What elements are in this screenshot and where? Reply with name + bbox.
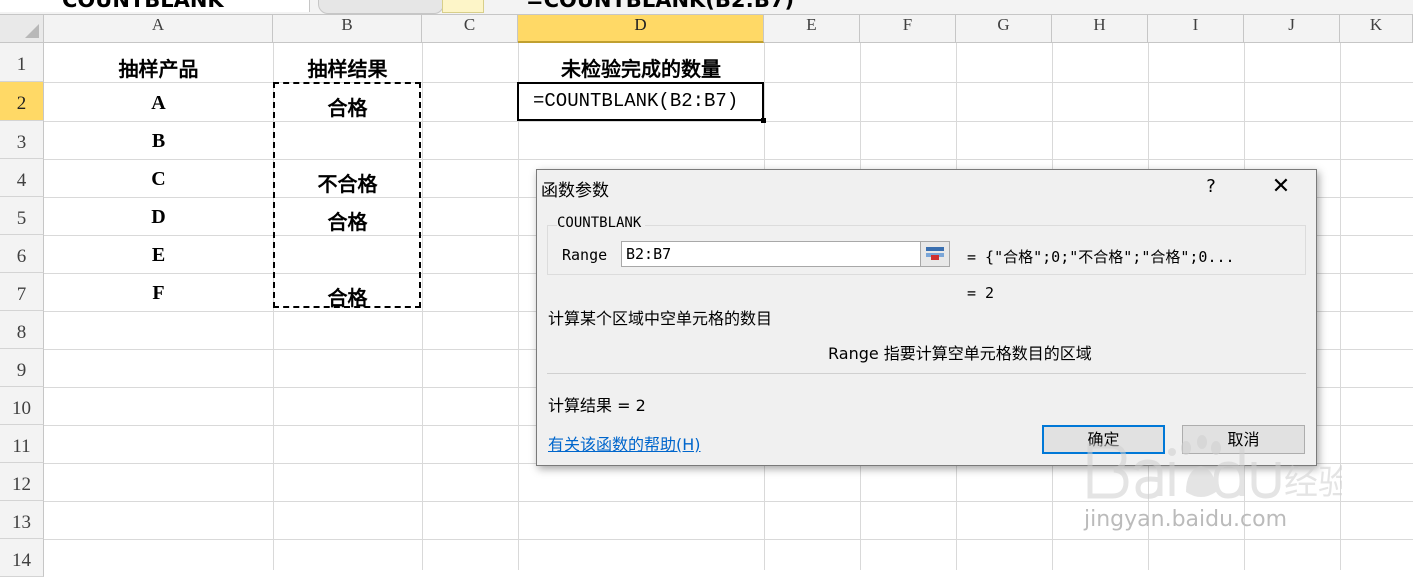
row-header-12[interactable]: 12 [0,463,44,501]
column-header-a[interactable]: A [44,15,273,43]
column-header-i[interactable]: I [1148,15,1244,43]
row-header-2[interactable]: 2 [0,82,44,121]
collapse-dialog-icon[interactable] [920,241,950,267]
column-header-d[interactable]: D [518,15,764,43]
column-header-f[interactable]: F [860,15,956,43]
row-header-14[interactable]: 14 [0,539,44,577]
row-header-8[interactable]: 8 [0,311,44,349]
watermark-url: jingyan.baidu.com [1084,507,1288,532]
cell-a3[interactable]: B [44,130,273,153]
insert-function-icon[interactable] [442,0,484,13]
cell-a2[interactable]: A [44,92,273,115]
close-icon[interactable]: ✕ [1261,173,1301,201]
column-header-k[interactable]: K [1340,15,1413,43]
svg-text:经验: 经验 [1284,463,1342,503]
function-name-label: COUNTBLANK [557,215,646,231]
range-label: Range [562,246,608,264]
select-all-button[interactable] [0,15,44,43]
column-header-c[interactable]: C [422,15,518,43]
cell-b1[interactable]: 抽样结果 [273,53,422,82]
formula-input[interactable]: =COUNTBLANK(B2:B7) [526,0,794,12]
parameter-description: Range 指要计算空单元格数目的区域 [828,344,1092,363]
function-help-link[interactable]: 有关该函数的帮助(H) [548,431,701,455]
cell-a7[interactable]: F [44,282,273,305]
range-input[interactable]: B2:B7 [621,241,921,267]
range-evaluated-value: = {"合格";0;"不合格";"合格";0... [967,248,1235,266]
name-box[interactable]: COUNTBLANK [0,0,310,12]
help-button[interactable]: ? [1197,174,1225,200]
separator [547,373,1306,374]
formula-bar: COUNTBLANK =COUNTBLANK(B2:B7) [0,0,1413,15]
column-header-g[interactable]: G [956,15,1052,43]
select-all-icon [25,24,39,38]
function-description: 计算某个区域中空单元格的数目 [548,309,773,328]
calculation-result: 计算结果 = 2 [548,396,646,415]
column-header-b[interactable]: B [273,15,422,43]
name-box-dropdown[interactable] [318,0,444,14]
row-header-1[interactable]: 1 [0,43,44,82]
column-header-j[interactable]: J [1244,15,1340,43]
cell-a4[interactable]: C [44,168,273,191]
column-header-h[interactable]: H [1052,15,1148,43]
row-header-13[interactable]: 13 [0,501,44,539]
cell-a6[interactable]: E [44,244,273,267]
cell-a1[interactable]: 抽样产品 [44,53,273,82]
active-cell-d2[interactable]: =COUNTBLANK(B2:B7) [517,82,766,123]
cell-d1[interactable]: 未检验完成的数量 [518,53,764,82]
row-header-4[interactable]: 4 [0,159,44,197]
row-header-5[interactable]: 5 [0,197,44,235]
column-header-e[interactable]: E [764,15,860,43]
row-header-7[interactable]: 7 [0,273,44,311]
function-result-preview: = 2 [967,284,995,302]
dialog-title: 函数参数 [541,181,609,201]
row-header-9[interactable]: 9 [0,349,44,387]
row-header-6[interactable]: 6 [0,235,44,273]
reference-range-highlight [273,82,421,308]
row-header-11[interactable]: 11 [0,425,44,463]
cell-a5[interactable]: D [44,206,273,229]
row-header-3[interactable]: 3 [0,121,44,159]
row-header-10[interactable]: 10 [0,387,44,425]
